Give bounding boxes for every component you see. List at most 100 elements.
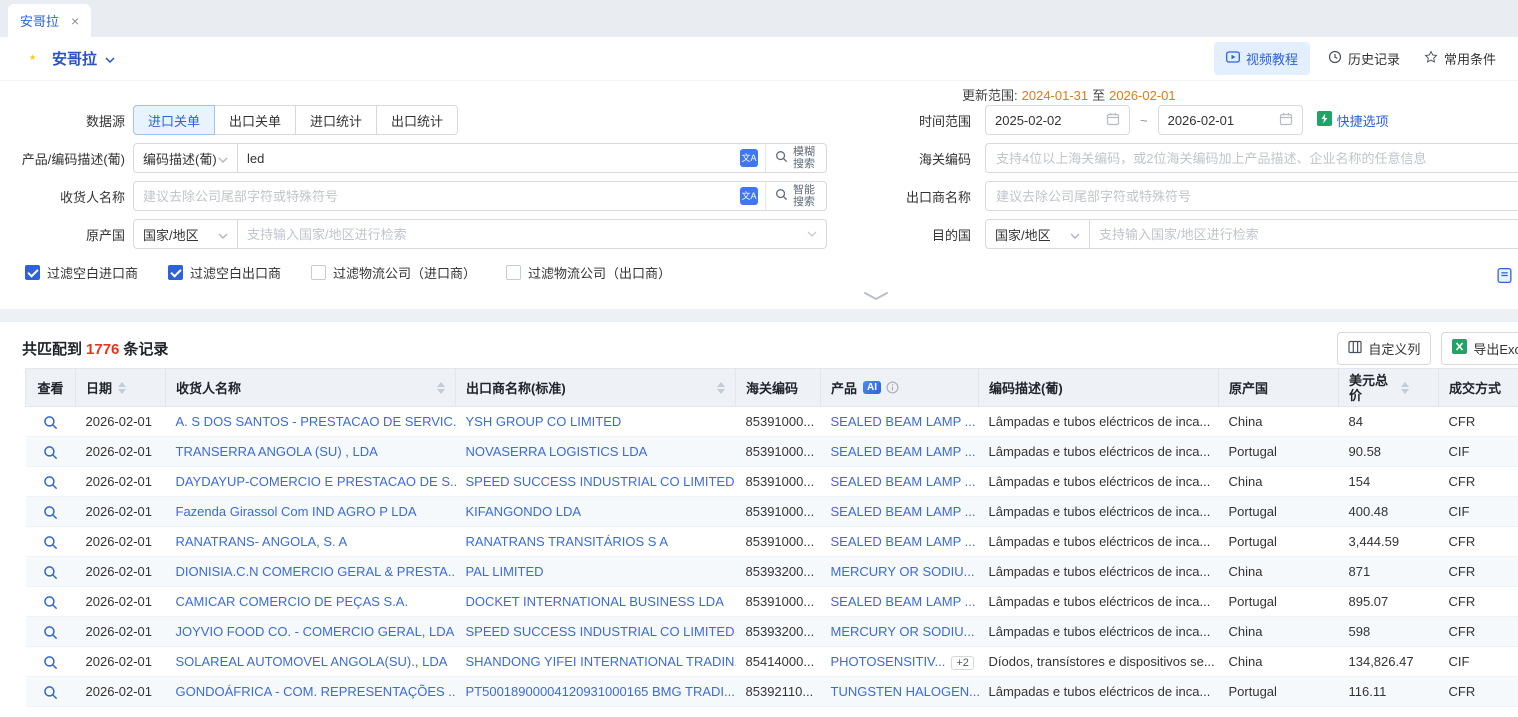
consignee-link[interactable]: SOLAREAL AUTOMOVEL ANGOLA(SU)., LDA	[176, 654, 448, 669]
table-row[interactable]: 2026-02-01 DIONISIA.C.N COMERCIO GERAL &…	[26, 557, 1518, 587]
saved-conditions-icon[interactable]	[1496, 267, 1513, 287]
filter-logistics-exporter-checkbox[interactable]: 过滤物流公司（出口商）	[506, 263, 671, 282]
tab-export-declarations[interactable]: 出口关单	[214, 105, 296, 135]
consignee-link[interactable]: Fazenda Girassol Com IND AGRO P LDA	[176, 504, 417, 519]
cell-description: Lâmpadas e tubos eléctricos de inca...	[979, 407, 1219, 437]
table-row[interactable]: 2026-02-01 CAMICAR COMERCIO DE PEÇAS S.A…	[26, 587, 1518, 617]
tab-angola[interactable]: 安哥拉 ×	[8, 4, 91, 37]
consignee-link[interactable]: JOYVIO FOOD CO. - COMERCIO GERAL, LDA	[176, 624, 455, 639]
export-excel-button[interactable]: 导出Exc	[1441, 332, 1518, 365]
exporter-link[interactable]: PT50018900004120931000165 BMG TRADI...	[466, 684, 735, 699]
tab-import-declarations[interactable]: 进口关单	[133, 105, 215, 135]
consignee-input[interactable]	[134, 182, 740, 210]
info-icon[interactable]	[886, 381, 899, 394]
exporter-link[interactable]: YSH GROUP CO LIMITED	[466, 414, 622, 429]
translate-icon[interactable]: 文A	[740, 149, 758, 167]
origin-type-select[interactable]: 国家/地区	[134, 220, 238, 248]
product-keyword-input[interactable]	[238, 144, 740, 172]
close-icon[interactable]: ×	[71, 13, 79, 29]
table-row[interactable]: 2026-02-01 DAYDAYUP-COMERCIO E PRESTACAO…	[26, 467, 1518, 497]
translate-icon[interactable]: 文A	[740, 187, 758, 205]
exporter-link[interactable]: NOVASERRA LOGISTICS LDA	[466, 444, 648, 459]
sort-icon[interactable]	[118, 382, 126, 394]
product-link[interactable]: PHOTOSENSITIV...	[831, 654, 946, 669]
destination-type-select[interactable]: 国家/地区	[986, 220, 1090, 248]
table-row[interactable]: 2026-02-01 SOLAREAL AUTOMOVEL ANGOLA(SU)…	[26, 647, 1518, 677]
exporter-link[interactable]: KIFANGONDO LDA	[466, 504, 582, 519]
consignee-link[interactable]: A. S DOS SANTOS - PRESTACAO DE SERVIC...	[176, 414, 456, 429]
table-row[interactable]: 2026-02-01 Fazenda Girassol Com IND AGRO…	[26, 497, 1518, 527]
table-row[interactable]: 2026-02-01 TRANSERRA ANGOLA (SU) , LDA N…	[26, 437, 1518, 467]
product-link[interactable]: TUNGSTEN HALOGEN...	[831, 684, 979, 699]
product-link[interactable]: SEALED BEAM LAMP ...	[831, 594, 976, 609]
product-link[interactable]: SEALED BEAM LAMP ...	[831, 474, 976, 489]
exporter-input[interactable]	[985, 181, 1518, 211]
product-link[interactable]: SEALED BEAM LAMP ...	[831, 504, 976, 519]
view-detail-button[interactable]	[43, 415, 58, 430]
view-detail-button[interactable]	[43, 685, 58, 700]
consignee-link[interactable]: CAMICAR COMERCIO DE PEÇAS S.A.	[176, 594, 409, 609]
consignee-link[interactable]: DAYDAYUP-COMERCIO E PRESTACAO DE S...	[176, 474, 456, 489]
column-header-exporter: 出口商名称(标准)	[456, 369, 736, 407]
view-detail-button[interactable]	[43, 625, 58, 640]
results-table: 查看 日期 收货人名称 出口商名称(标准) 海关编码	[25, 368, 1518, 707]
hs-code-input[interactable]	[985, 143, 1518, 173]
customize-columns-button[interactable]: 自定义列	[1337, 332, 1431, 365]
view-detail-button[interactable]	[43, 445, 58, 460]
destination-country-input[interactable]	[1090, 220, 1518, 248]
time-range-label: 时间范围	[835, 111, 985, 130]
product-link[interactable]: SEALED BEAM LAMP ...	[831, 444, 976, 459]
smart-search-button[interactable]: 智能搜索	[765, 182, 826, 210]
view-detail-button[interactable]	[43, 565, 58, 580]
product-link[interactable]: MERCURY OR SODIU...	[831, 564, 975, 579]
history-button[interactable]: 历史记录	[1322, 42, 1406, 75]
exporter-link[interactable]: SPEED SUCCESS INDUSTRIAL CO LIMITED	[466, 624, 735, 639]
exporter-link[interactable]: DOCKET INTERNATIONAL BUSINESS LDA	[466, 594, 724, 609]
view-detail-button[interactable]	[43, 475, 58, 490]
cell-date: 2026-02-01	[76, 527, 166, 557]
sort-icon[interactable]	[437, 382, 445, 394]
table-row[interactable]: 2026-02-01 GONDOÁFRICA - COM. REPRESENTA…	[26, 677, 1518, 707]
exporter-link[interactable]: SHANDONG YIFEI INTERNATIONAL TRADIN...	[466, 654, 736, 669]
consignee-link[interactable]: DIONISIA.C.N COMERCIO GERAL & PRESTA...	[176, 564, 456, 579]
start-date-input[interactable]: 2025-02-02	[985, 105, 1130, 135]
table-row[interactable]: 2026-02-01 JOYVIO FOOD CO. - COMERCIO GE…	[26, 617, 1518, 647]
exporter-link[interactable]: SPEED SUCCESS INDUSTRIAL CO LIMITED	[466, 474, 735, 489]
product-field-select[interactable]: 编码描述(葡)	[134, 144, 238, 172]
view-detail-button[interactable]	[43, 535, 58, 550]
video-tutorial-button[interactable]: 视频教程	[1214, 42, 1310, 75]
exporter-link[interactable]: RANATRANS TRANSITÁRIOS S A	[466, 534, 669, 549]
product-search-group: 编码描述(葡) 文A 模糊搜索	[133, 143, 827, 173]
tab-export-statistics[interactable]: 出口统计	[376, 105, 458, 135]
product-link[interactable]: SEALED BEAM LAMP ...	[831, 414, 976, 429]
cell-incoterm: CIF	[1439, 497, 1518, 527]
cell-origin-country: China	[1219, 557, 1339, 587]
cell-date: 2026-02-01	[76, 617, 166, 647]
table-row[interactable]: 2026-02-01 RANATRANS- ANGOLA, S. A RANAT…	[26, 527, 1518, 557]
consignee-link[interactable]: TRANSERRA ANGOLA (SU) , LDA	[176, 444, 378, 459]
table-row[interactable]: 2026-02-01 A. S DOS SANTOS - PRESTACAO D…	[26, 407, 1518, 437]
column-header-product: 产品 AI	[821, 369, 979, 407]
filter-logistics-importer-checkbox[interactable]: 过滤物流公司（进口商）	[311, 263, 476, 282]
consignee-link[interactable]: RANATRANS- ANGOLA, S. A	[176, 534, 348, 549]
quick-options-link[interactable]: 快捷选项	[1317, 111, 1389, 130]
tab-import-statistics[interactable]: 进口统计	[295, 105, 377, 135]
sort-icon[interactable]	[1401, 382, 1409, 394]
view-detail-button[interactable]	[43, 505, 58, 520]
filter-blank-importer-checkbox[interactable]: 过滤空白进口商	[25, 263, 138, 282]
fuzzy-search-button[interactable]: 模糊搜索	[765, 144, 826, 172]
country-selector[interactable]: ★ 安哥拉	[22, 48, 115, 69]
filter-blank-exporter-checkbox[interactable]: 过滤空白出口商	[168, 263, 281, 282]
view-detail-button[interactable]	[43, 595, 58, 610]
end-date-input[interactable]: 2026-02-01	[1158, 105, 1303, 135]
product-more-badge[interactable]: +2	[951, 656, 974, 670]
favorite-conditions-button[interactable]: 常用条件	[1418, 42, 1502, 75]
sort-icon[interactable]	[717, 382, 725, 394]
view-detail-button[interactable]	[43, 655, 58, 670]
exporter-link[interactable]: PAL LIMITED	[466, 564, 544, 579]
consignee-link[interactable]: GONDOÁFRICA - COM. REPRESENTAÇÕES ...	[176, 684, 456, 699]
product-link[interactable]: MERCURY OR SODIU...	[831, 624, 975, 639]
product-link[interactable]: SEALED BEAM LAMP ...	[831, 534, 976, 549]
collapse-panel-button[interactable]	[0, 289, 1518, 309]
origin-country-input[interactable]	[238, 220, 807, 248]
